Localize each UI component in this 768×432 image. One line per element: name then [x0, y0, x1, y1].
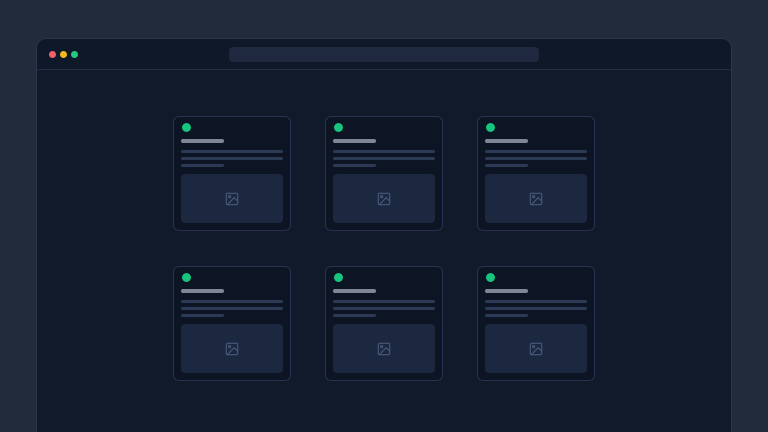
skeleton-text-line: [181, 157, 283, 160]
card[interactable]: [173, 116, 291, 231]
status-dot: [486, 123, 495, 132]
skeleton-text-line: [181, 300, 283, 303]
skeleton-text-line: [485, 300, 587, 303]
media-placeholder: [485, 324, 587, 373]
skeleton-text-line: [485, 307, 587, 310]
skeleton-title-line: [333, 289, 376, 293]
skeleton-text-line-short: [333, 164, 376, 167]
skeleton-title-line: [333, 139, 376, 143]
image-placeholder-icon: [529, 342, 543, 356]
skeleton-text-line: [181, 150, 283, 153]
card-grid: [173, 116, 595, 381]
skeleton-title-line: [485, 139, 528, 143]
media-placeholder: [181, 324, 283, 373]
window-titlebar: [37, 39, 731, 70]
traffic-light-button[interactable]: [71, 51, 78, 58]
skeleton-text-line-short: [485, 164, 528, 167]
page-background: [0, 0, 768, 432]
card[interactable]: [325, 116, 443, 231]
skeleton-text-line-short: [333, 314, 376, 317]
skeleton-text-line: [333, 300, 435, 303]
skeleton-title-line: [181, 289, 224, 293]
media-placeholder: [485, 174, 587, 223]
window-content: [37, 70, 731, 381]
card[interactable]: [325, 266, 443, 381]
skeleton-text-line: [333, 157, 435, 160]
skeleton-text-line-short: [181, 314, 224, 317]
skeleton-title-line: [181, 139, 224, 143]
traffic-lights: [37, 51, 78, 58]
skeleton-title-line: [485, 289, 528, 293]
skeleton-text-line: [485, 157, 587, 160]
card[interactable]: [477, 116, 595, 231]
image-placeholder-icon: [225, 192, 239, 206]
image-placeholder-icon: [377, 342, 391, 356]
status-dot: [334, 123, 343, 132]
image-placeholder-icon: [529, 192, 543, 206]
status-dot: [182, 123, 191, 132]
image-placeholder-icon: [225, 342, 239, 356]
skeleton-text-line-short: [181, 164, 224, 167]
traffic-light-button[interactable]: [60, 51, 67, 58]
skeleton-text-line: [333, 307, 435, 310]
skeleton-text-line: [485, 150, 587, 153]
skeleton-text-line: [333, 150, 435, 153]
status-dot: [486, 273, 495, 282]
skeleton-text-line: [181, 307, 283, 310]
image-placeholder-icon: [377, 192, 391, 206]
media-placeholder: [333, 324, 435, 373]
traffic-light-button[interactable]: [49, 51, 56, 58]
media-placeholder: [333, 174, 435, 223]
card[interactable]: [477, 266, 595, 381]
browser-window: [36, 38, 732, 432]
media-placeholder: [181, 174, 283, 223]
skeleton-text-line-short: [485, 314, 528, 317]
url-bar[interactable]: [229, 47, 539, 62]
status-dot: [182, 273, 191, 282]
status-dot: [334, 273, 343, 282]
card[interactable]: [173, 266, 291, 381]
